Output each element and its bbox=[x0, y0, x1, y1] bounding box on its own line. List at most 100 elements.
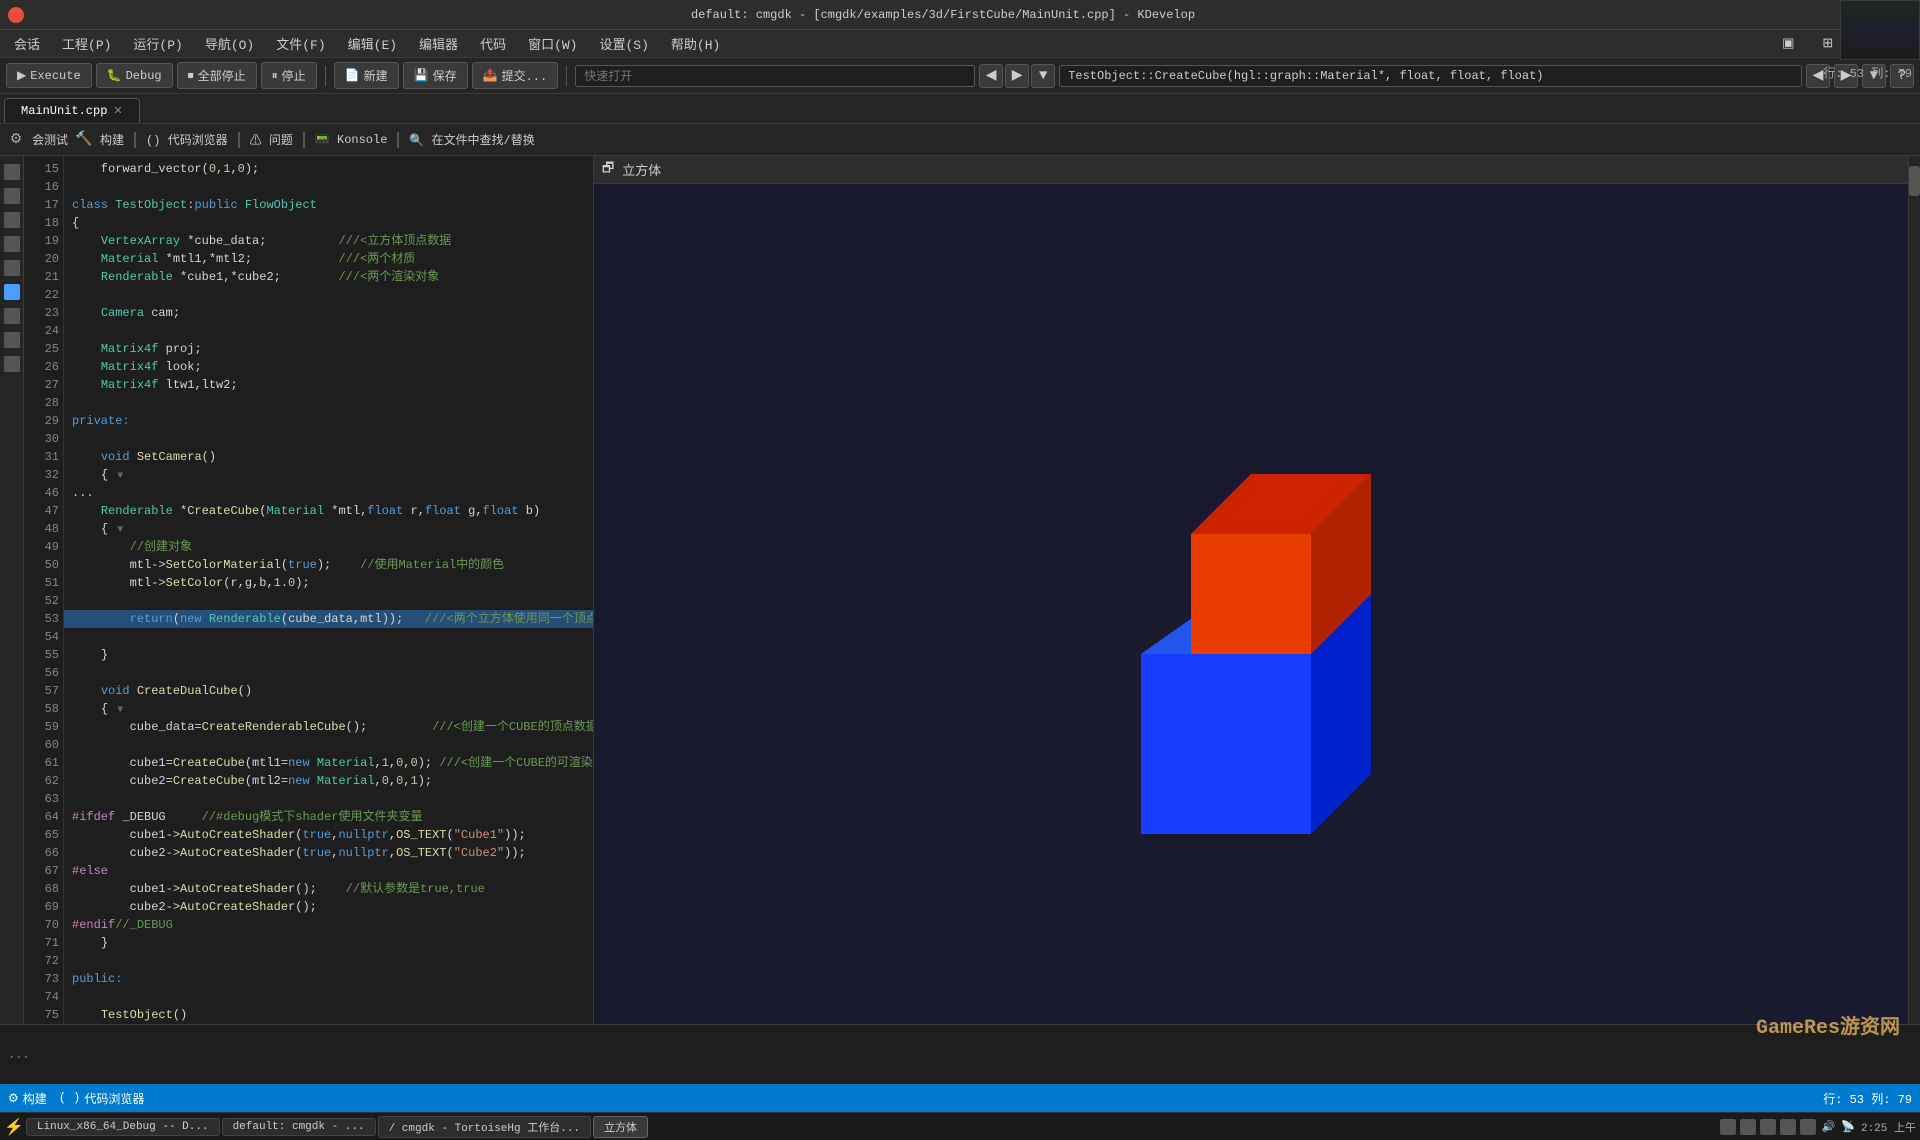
build-status-text: 构建 bbox=[23, 1090, 47, 1107]
taskbar-task-1[interactable]: Linux_x86_64_Debug -- D... bbox=[26, 1118, 220, 1136]
menu-code[interactable]: 代码 bbox=[470, 30, 516, 57]
commit-button[interactable]: 📤 提交... bbox=[472, 62, 559, 89]
menu-edit[interactable]: 编辑(E) bbox=[338, 30, 407, 57]
code-text[interactable]: forward_vector(0,1,0); class TestObject:… bbox=[64, 156, 593, 1024]
bottom-panel: ... bbox=[0, 1024, 1920, 1084]
preview-canvas bbox=[594, 184, 1908, 1024]
separator-1 bbox=[325, 66, 326, 86]
title-bar: default: cmgdk - [cmgdk/examples/3d/Firs… bbox=[0, 0, 1920, 30]
left-sidebar bbox=[0, 156, 24, 1024]
taskbar: ⚡ Linux_x86_64_Debug -- D... default: cm… bbox=[0, 1112, 1920, 1140]
build-status: ⚙ 构建 bbox=[8, 1090, 47, 1107]
build-status-icon: ⚙ bbox=[8, 1091, 19, 1106]
sidebar-icon-8[interactable] bbox=[4, 332, 20, 348]
sidebar-icon-5[interactable] bbox=[4, 260, 20, 276]
grid-btn[interactable]: ⊞ bbox=[1812, 32, 1843, 55]
sidebar-icon-7[interactable] bbox=[4, 308, 20, 324]
preview-window-icon: 🗗 bbox=[602, 159, 614, 181]
taskbar-task-3[interactable]: / cmgdk - TortoiseHg 工作台... bbox=[378, 1116, 591, 1138]
tray-network-icon: 📡 bbox=[1841, 1120, 1855, 1134]
sidebar-icon-1[interactable] bbox=[4, 164, 20, 180]
nav-back-button[interactable]: ◀ bbox=[979, 64, 1003, 88]
nav-forward-button[interactable]: ▶ bbox=[1005, 64, 1029, 88]
code-browser-label[interactable]: () 代码浏览器 bbox=[146, 131, 228, 148]
main-area: 15 16 17 18 19 20 21 22 23 24 25 26 27 2… bbox=[0, 156, 1920, 1024]
session-btn[interactable]: ▣ bbox=[1772, 32, 1804, 55]
status-bar: ⚙ 构建 ( ) 代码浏览器 行: 53 列: 79 bbox=[0, 1084, 1920, 1112]
find-in-files-label[interactable]: 🔍 在文件中查找/替换 bbox=[409, 131, 534, 148]
separator-2 bbox=[566, 66, 567, 86]
sep3 bbox=[303, 132, 305, 148]
build-label[interactable]: 构建 bbox=[100, 131, 124, 148]
sep4 bbox=[397, 132, 399, 148]
function-nav[interactable]: TestObject::CreateCube(hgl::graph::Mater… bbox=[1059, 65, 1802, 87]
window-title: default: cmgdk - [cmgdk/examples/3d/Firs… bbox=[24, 8, 1862, 22]
app-icon bbox=[8, 7, 24, 23]
tab-label: MainUnit.cpp bbox=[21, 104, 107, 118]
red-front-face bbox=[1191, 534, 1311, 654]
new-button[interactable]: 📄 新建 bbox=[334, 62, 399, 89]
sep2 bbox=[238, 132, 240, 148]
stop-all-button[interactable]: ⏹ 全部停止 bbox=[177, 62, 257, 89]
tab-mainunit[interactable]: MainUnit.cpp ✕ bbox=[4, 98, 140, 123]
code-nav-status: ( ) 代码浏览器 bbox=[59, 1090, 145, 1107]
quick-open-input[interactable] bbox=[575, 65, 975, 87]
code-content: 15 16 17 18 19 20 21 22 23 24 25 26 27 2… bbox=[24, 156, 593, 1024]
status-right: 行: 53 列: 79 bbox=[1823, 1090, 1912, 1107]
save-button[interactable]: 💾 保存 bbox=[403, 62, 468, 89]
build-icon[interactable]: 🔨 bbox=[74, 130, 94, 150]
cube-scene-svg bbox=[1061, 364, 1441, 844]
stop-button[interactable]: ⏸ 停止 bbox=[261, 62, 317, 89]
tray-icon-5[interactable] bbox=[1800, 1119, 1816, 1135]
tray-icon-1[interactable] bbox=[1720, 1119, 1736, 1135]
bottom-placeholder: ... bbox=[8, 1048, 30, 1062]
menu-project[interactable]: 工程(P) bbox=[52, 30, 121, 57]
sidebar-icon-2[interactable] bbox=[4, 188, 20, 204]
preview-panel: 🗗 立方体 bbox=[594, 156, 1908, 1024]
menu-bar: 会话 工程(P) 运行(P) 导航(O) 文件(F) 编辑(E) 编辑器 代码 … bbox=[0, 30, 1920, 58]
sidebar-icon-6[interactable] bbox=[4, 284, 20, 300]
tray-audio-icon: 🔊 bbox=[1822, 1120, 1836, 1134]
bottom-tabs-toolbar: ⚙ 会测试 🔨 构建 () 代码浏览器 ⚠ 问题 📟 Konsole 🔍 在文件… bbox=[0, 124, 1920, 156]
scroll-thumb[interactable] bbox=[1909, 166, 1920, 196]
cursor-status: 行: 53 列: 79 bbox=[1823, 1090, 1912, 1107]
sidebar-icon-4[interactable] bbox=[4, 236, 20, 252]
menu-editor[interactable]: 编辑器 bbox=[409, 30, 468, 57]
code-nav-icon: ( ) bbox=[59, 1091, 81, 1105]
sidebar-icon-3[interactable] bbox=[4, 212, 20, 228]
menu-session[interactable]: 会话 bbox=[4, 30, 50, 57]
tray-icon-4[interactable] bbox=[1780, 1119, 1796, 1135]
menu-window[interactable]: 窗口(W) bbox=[518, 30, 587, 57]
test-icon[interactable]: ⚙ bbox=[6, 130, 26, 150]
preview-title: 立方体 bbox=[622, 160, 661, 179]
tab-bar: MainUnit.cpp ✕ bbox=[0, 94, 1920, 124]
system-tray bbox=[1720, 1119, 1816, 1135]
konsole-label[interactable]: 📟 Konsole bbox=[315, 132, 388, 147]
right-scrollbar[interactable] bbox=[1908, 156, 1920, 1024]
menu-help[interactable]: 帮助(H) bbox=[661, 30, 730, 57]
issues-label[interactable]: ⚠ 问题 bbox=[250, 131, 293, 148]
menu-run[interactable]: 运行(P) bbox=[123, 30, 192, 57]
sep bbox=[134, 132, 136, 148]
taskbar-task-2[interactable]: default: cmgdk - ... bbox=[222, 1118, 376, 1136]
tray-icon-2[interactable] bbox=[1740, 1119, 1756, 1135]
taskbar-app-icon: ⚡ bbox=[4, 1117, 24, 1137]
sidebar-icon-9[interactable] bbox=[4, 356, 20, 372]
debug-button[interactable]: 🐛 Debug bbox=[96, 63, 173, 88]
taskbar-time: 2:25 上午 bbox=[1861, 1119, 1916, 1135]
line-numbers: 15 16 17 18 19 20 21 22 23 24 25 26 27 2… bbox=[24, 156, 64, 1024]
tab-close-button[interactable]: ✕ bbox=[113, 104, 122, 118]
menu-navigate[interactable]: 导航(O) bbox=[195, 30, 264, 57]
preview-title-bar: 🗗 立方体 bbox=[594, 156, 1908, 184]
main-toolbar: ▶ Execute 🐛 Debug ⏹ 全部停止 ⏸ 停止 📄 新建 💾 保存 … bbox=[0, 58, 1920, 94]
code-editor-panel: 15 16 17 18 19 20 21 22 23 24 25 26 27 2… bbox=[24, 156, 594, 1024]
nav-dropdown-button[interactable]: ▼ bbox=[1031, 64, 1055, 88]
menu-settings[interactable]: 设置(S) bbox=[589, 30, 658, 57]
test-label[interactable]: 会测试 bbox=[32, 131, 68, 148]
blue-front-face bbox=[1141, 654, 1311, 834]
taskbar-task-4[interactable]: 立方体 bbox=[593, 1116, 648, 1138]
execute-button[interactable]: ▶ Execute bbox=[6, 63, 92, 88]
tray-icon-3[interactable] bbox=[1760, 1119, 1776, 1135]
menu-file[interactable]: 文件(F) bbox=[266, 30, 335, 57]
taskbar-right: 🔊 📡 2:25 上午 bbox=[1720, 1119, 1916, 1135]
